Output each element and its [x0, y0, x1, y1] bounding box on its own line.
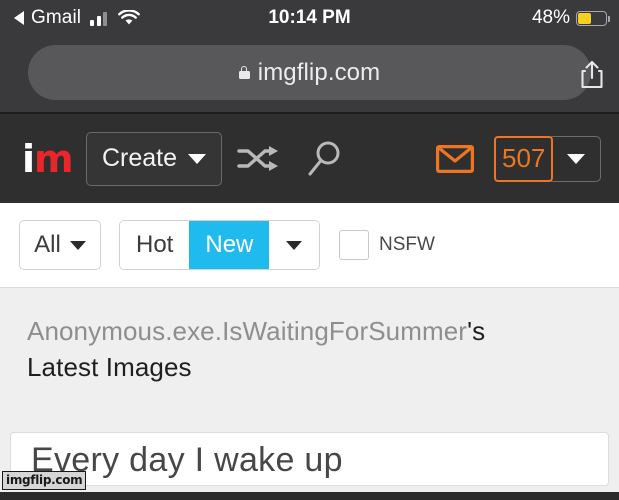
status-bar-right: 48%	[531, 0, 610, 36]
user-menu-button[interactable]	[551, 135, 601, 182]
chevron-down-icon	[286, 240, 303, 250]
sort-dropdown-button[interactable]	[269, 221, 320, 269]
share-icon[interactable]	[579, 59, 605, 89]
imgflip-logo[interactable]: im	[22, 136, 74, 181]
battery-percent-label: 48%	[531, 7, 570, 28]
nsfw-checkbox[interactable]	[339, 230, 369, 260]
shuffle-icon[interactable]	[237, 144, 281, 174]
sort-option-hot[interactable]: Hot	[120, 221, 190, 269]
status-bar-clock: 10:14 PM	[268, 7, 351, 28]
category-filter-dropdown[interactable]: All	[19, 220, 101, 270]
mobile-screenshot: Gmail 10:14 PM 48% imgflip.com im Create…	[0, 0, 619, 500]
chevron-down-icon	[566, 153, 585, 164]
points-badge[interactable]: 507	[494, 135, 554, 182]
filter-bar: All Hot New NSFW	[0, 203, 619, 288]
envelope-icon[interactable]	[436, 144, 474, 173]
ios-status-bar: Gmail 10:14 PM 48%	[0, 0, 619, 36]
nsfw-label: NSFW	[379, 234, 435, 255]
address-bar[interactable]: imgflip.com	[28, 45, 591, 100]
points-value: 507	[502, 143, 546, 173]
lock-icon	[238, 66, 250, 79]
category-filter-label: All	[34, 231, 61, 258]
url-text[interactable]: imgflip.com	[258, 59, 380, 87]
sort-option-new[interactable]: New	[189, 221, 270, 269]
create-button-label: Create	[102, 144, 178, 172]
battery-fill	[578, 12, 591, 24]
sort-segmented-control: Hot New	[119, 220, 321, 270]
imgflip-watermark: imgflip.com	[2, 471, 87, 490]
content-area: Anonymous.exe.IsWaitingForSummer's Lates…	[0, 288, 619, 500]
imgflip-navbar: im Create 507	[0, 112, 619, 203]
search-icon[interactable]	[305, 139, 345, 179]
logo-letter-i: i	[22, 136, 35, 181]
page-title: Anonymous.exe.IsWaitingForSummer's Lates…	[27, 314, 597, 386]
logo-letter-m: m	[34, 136, 74, 181]
chevron-down-icon	[69, 240, 86, 250]
battery-low-power-icon	[576, 10, 610, 26]
create-button[interactable]: Create	[86, 131, 223, 186]
browser-toolbar: imgflip.com	[0, 36, 619, 112]
chevron-down-icon	[188, 153, 207, 164]
meme-card[interactable]: Every day I wake up	[10, 432, 609, 486]
nsfw-toggle[interactable]: NSFW	[339, 230, 435, 260]
address-bar-content[interactable]: imgflip.com	[28, 45, 591, 100]
page-title-line2: Latest Images	[27, 351, 192, 382]
profile-username[interactable]: Anonymous.exe.IsWaitingForSummer	[27, 316, 467, 346]
page-title-suffix: 's	[467, 316, 486, 346]
bottom-strip	[0, 492, 619, 500]
